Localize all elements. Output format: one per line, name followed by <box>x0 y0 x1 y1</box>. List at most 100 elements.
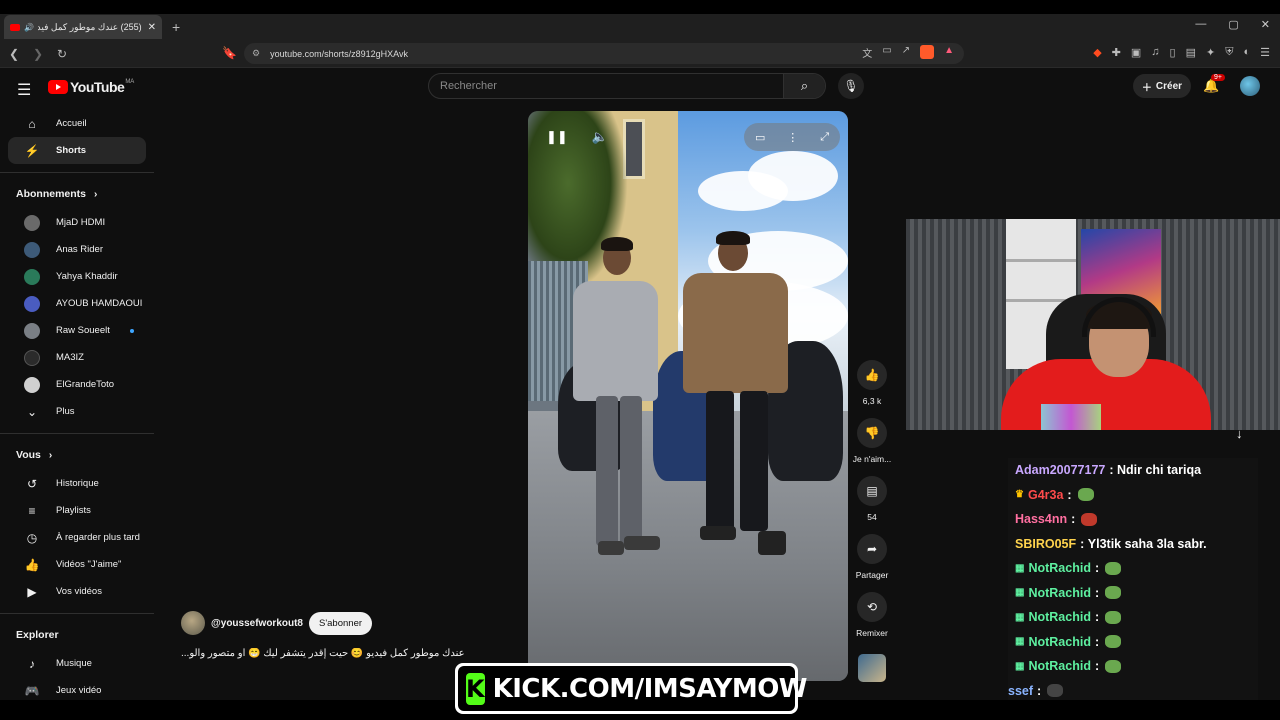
translate-icon[interactable]: 文 <box>862 45 872 60</box>
extension-fox-icon[interactable]: ◆ <box>1093 46 1101 59</box>
webcam-rgb-light <box>1041 404 1101 430</box>
bookmark-icon[interactable]: 🔖 <box>222 46 237 60</box>
sound-thumbnail[interactable] <box>858 654 886 682</box>
hamburger-menu-icon[interactable]: ☰ <box>17 80 31 100</box>
sidebar-sub-anas-rider[interactable]: Anas Rider <box>8 236 146 263</box>
kick-banner-inner: K KICK.COM/IMSAYMOW <box>458 666 807 711</box>
maximize-button[interactable]: ▢ <box>1228 18 1238 31</box>
subscriptions-header[interactable]: Abonnements › <box>0 179 154 209</box>
voice-search-button[interactable]: 🎙 <box>838 73 864 99</box>
sidebar-item-playlists[interactable]: ≡ Playlists <box>8 497 146 524</box>
channel-name[interactable]: @youssefworkout8 <box>211 618 303 629</box>
close-window-button[interactable]: ✕ <box>1261 18 1270 31</box>
emote-icon <box>1105 659 1122 673</box>
emote-icon <box>1081 512 1098 526</box>
reload-icon[interactable]: ↻ <box>52 47 72 61</box>
sidebar-sub-yahya-khaddir[interactable]: Yahya Khaddir <box>8 263 146 290</box>
vpn-icon[interactable]: ⛨ <box>1225 46 1233 59</box>
forward-icon[interactable]: ❯ <box>28 47 48 61</box>
chat-message: ▦ NotRachid: <box>1008 654 1258 679</box>
sidebar-item-label: Historique <box>56 478 99 489</box>
media-icon[interactable]: ♫ <box>1151 46 1159 59</box>
more-options-icon[interactable]: ⋮ <box>787 131 798 144</box>
wallet-icon[interactable]: ▤ <box>1186 46 1196 59</box>
short-title[interactable]: عندك موطور كمل فيديو 😊 حيت إقدر يتشفر لي… <box>181 648 481 659</box>
channel-info: @youssefworkout8 S'abonner <box>181 611 373 635</box>
address-bar[interactable]: ⚙ youtube.com/shorts/z8912gHXAvk 文 ▭ ↗ ▲ <box>244 43 964 64</box>
pause-icon[interactable]: ❚❚ <box>546 129 568 145</box>
chat-message: Hass4nn: <box>1008 507 1258 532</box>
like-count: 6,3 k <box>862 396 882 406</box>
subscribe-button[interactable]: S'abonner <box>309 611 373 635</box>
speaker-icon[interactable]: 🔊 <box>24 23 34 32</box>
extensions-icon[interactable]: ✚ <box>1112 46 1121 59</box>
minimize-button[interactable]: — <box>1195 18 1206 31</box>
share-button[interactable]: ➦ Partager <box>850 534 894 580</box>
dislike-button[interactable]: 👎 Je n'aim... <box>850 418 894 464</box>
browser-tab[interactable]: 🔊 (255) عندك موطور كمل فيديو 😉 ✕ <box>4 15 162 39</box>
remix-icon: ⟲ <box>857 592 887 622</box>
shorts-actions: 👍 6,3 k 👎 Je n'aim... ▤ 54 ➦ Partager ⟲ … <box>850 360 894 650</box>
share-arrow-icon: ➦ <box>857 534 887 564</box>
sidebar-sub-elgrandetoto[interactable]: ElGrandeToto <box>8 371 146 398</box>
cast-icon[interactable]: ▭ <box>882 45 891 60</box>
liked-icon: 👍 <box>24 557 40 572</box>
comments-button[interactable]: ▤ 54 <box>850 476 894 522</box>
avatar <box>24 322 40 339</box>
leo-icon[interactable]: ✦ <box>1206 46 1215 59</box>
sidebar-sub-mjad-hdmi[interactable]: MjaD HDMI <box>8 209 146 236</box>
bot-icon: ▦ <box>1015 587 1025 599</box>
sidebar-item-liked-videos[interactable]: 👍 Vidéos "J'aime" <box>8 551 146 578</box>
like-button[interactable]: 👍 6,3 k <box>850 360 894 406</box>
volume-icon[interactable]: 🔈 <box>592 129 608 145</box>
divider <box>0 172 154 173</box>
youtube-favicon-icon <box>10 23 20 31</box>
sidebar-item-music[interactable]: ♪ Musique <box>8 650 146 677</box>
sidebar-item-watch-later[interactable]: ◷ À regarder plus tard <box>8 524 146 551</box>
youtube-masthead: ☰ YouTube MA ⌕ 🎙 ＋ Créer 🔔 9+ <box>0 68 1280 106</box>
brave-shields-icon[interactable] <box>920 45 935 59</box>
sidebar-item-label: Anas Rider <box>56 244 103 255</box>
channel-avatar[interactable] <box>181 611 205 635</box>
sidebar-toggle-icon[interactable]: ▯ <box>1170 46 1176 59</box>
brave-rewards-icon[interactable]: ▲ <box>944 45 954 60</box>
share-icon[interactable]: ↗ <box>902 45 910 60</box>
sidebar-sub-raw-soueelt[interactable]: Raw Soueelt <box>8 317 146 344</box>
site-info-icon[interactable]: ⚙ <box>252 48 260 59</box>
profile-icon[interactable]: ◐ <box>1243 46 1250 59</box>
sidebar-item-home[interactable]: ⌂ Accueil <box>8 110 146 137</box>
sidebar-sub-ayoub-hamdaoui[interactable]: AYOUB HAMDAOUI <box>8 290 146 317</box>
sidebar-item-more[interactable]: ⌄ Plus <box>8 398 146 425</box>
youtube-logo[interactable]: YouTube MA <box>48 79 134 95</box>
new-tab-button[interactable]: + <box>172 19 180 35</box>
explore-header: Explorer <box>0 620 154 650</box>
emote-icon <box>1105 586 1122 600</box>
screenshot-icon[interactable]: ▣ <box>1131 46 1141 59</box>
back-icon[interactable]: ❮ <box>4 47 24 61</box>
create-button[interactable]: ＋ Créer <box>1133 74 1191 98</box>
subscriptions-title: Abonnements <box>16 188 87 200</box>
menu-icon[interactable]: ☰ <box>1260 46 1270 59</box>
sidebar-item-label: À regarder plus tard <box>56 532 140 543</box>
sidebar-item-history[interactable]: ↺ Historique <box>8 470 146 497</box>
youtube-play-icon <box>48 80 68 94</box>
arrow-down-icon[interactable]: ↓ <box>1236 426 1243 441</box>
account-avatar[interactable] <box>1240 76 1260 96</box>
close-tab-icon[interactable]: ✕ <box>148 22 156 33</box>
sidebar-item-shorts[interactable]: ⚡ Shorts <box>8 137 146 164</box>
microphone-icon: 🎙 <box>843 79 859 93</box>
screen-top-border <box>0 0 1280 14</box>
chat-username: NotRachid <box>1028 585 1091 600</box>
notifications-button[interactable]: 🔔 9+ <box>1203 74 1225 94</box>
search-button[interactable]: ⌕ <box>783 74 825 98</box>
you-header[interactable]: Vous › <box>0 440 154 470</box>
sidebar-item-your-videos[interactable]: ▶ Vos vidéos <box>8 578 146 605</box>
shorts-video-player[interactable]: ❚❚ 🔈 ▭ ⋮ ⤢ <box>528 111 848 681</box>
captions-icon[interactable]: ▭ <box>755 131 765 144</box>
sidebar-sub-ma3iz[interactable]: MA3IZ <box>8 344 146 371</box>
url-text[interactable]: youtube.com/shorts/z8912gHXAvk <box>270 49 408 59</box>
fullscreen-icon[interactable]: ⤢ <box>820 131 829 144</box>
search-input[interactable] <box>429 74 783 98</box>
remix-button[interactable]: ⟲ Remixer <box>850 592 894 638</box>
chat-username: SBIRO05F <box>1015 536 1077 551</box>
